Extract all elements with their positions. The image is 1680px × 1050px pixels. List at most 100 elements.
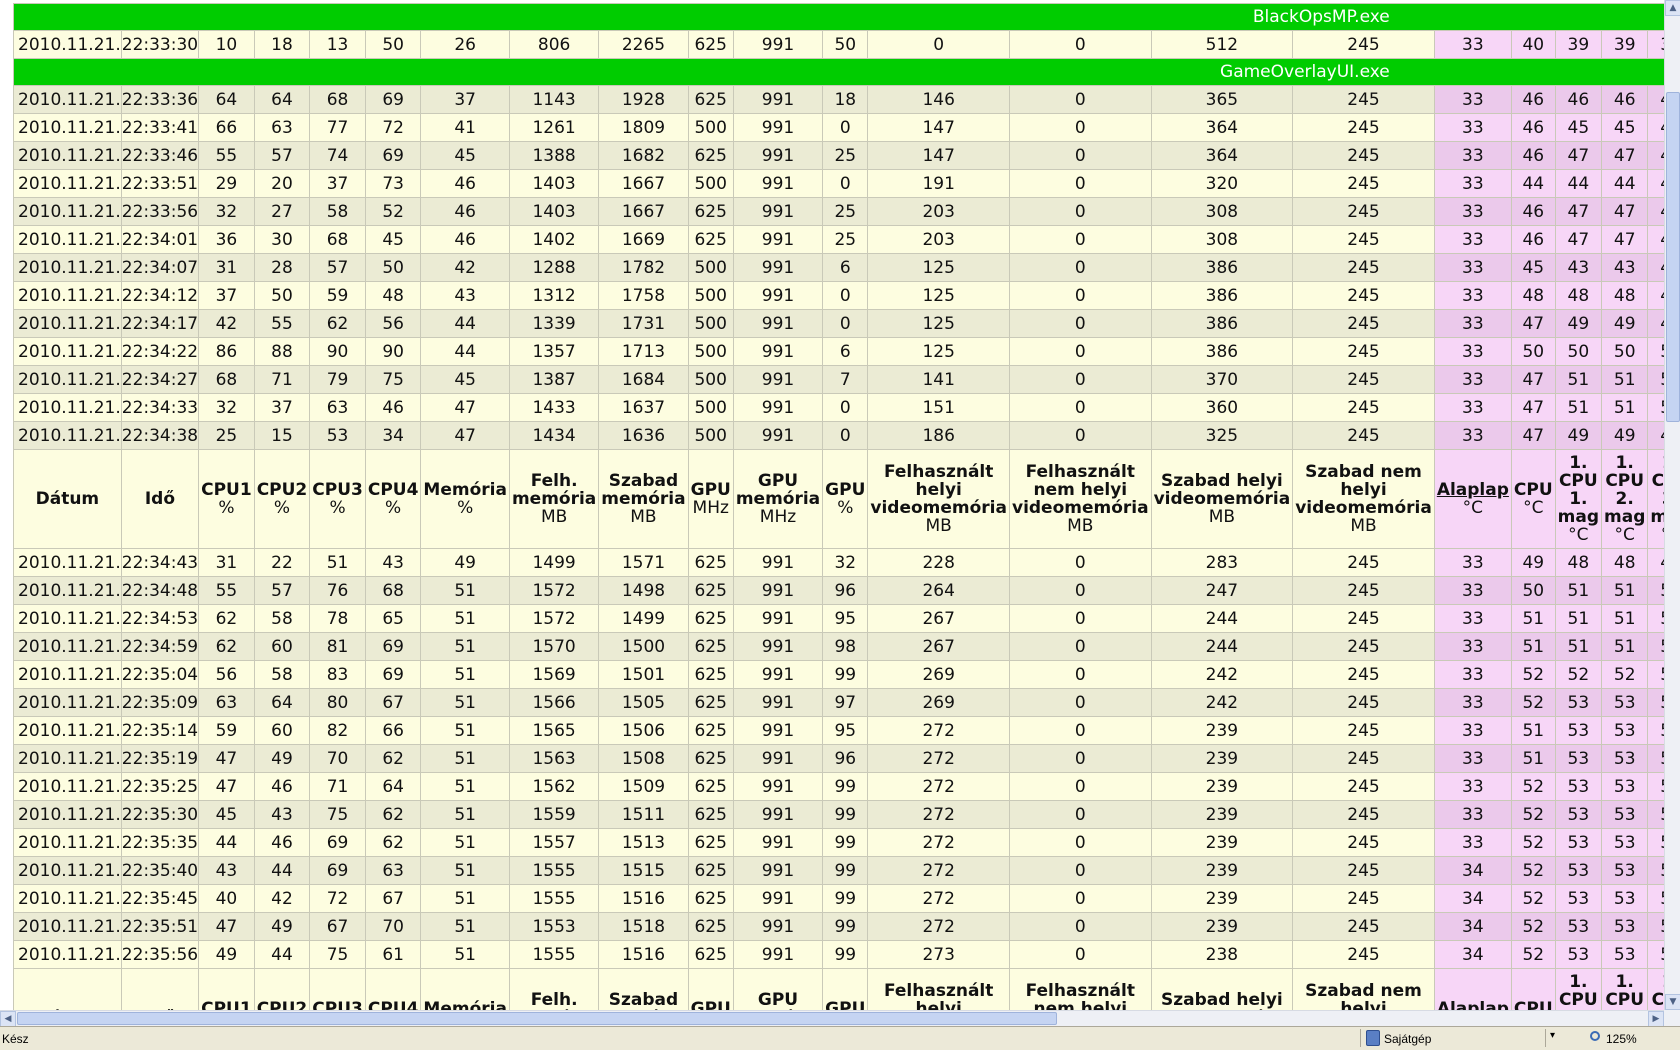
table-cell: 59 [309, 281, 366, 310]
column-header-title: Szabad helyi videomemória [1153, 471, 1291, 509]
table-cell: 320 [1150, 169, 1294, 198]
table-row: 2010.11.21. 22:35:19 47 49 70 62 51 1563 1508 625… [13, 744, 1664, 773]
table-cell: 1637 [598, 393, 689, 422]
table-cell: 47 [1510, 421, 1556, 450]
table-cell: 991 [732, 716, 824, 745]
table-cell: 22:34:48 [120, 576, 200, 605]
table-cell: 56 [364, 309, 422, 338]
column-header: Felh. memóriaMB [508, 968, 600, 1010]
protected-mode-dropdown-icon[interactable]: ▾ [1550, 1030, 1578, 1046]
scroll-right-arrow-icon[interactable]: ▶ [1648, 1011, 1664, 1027]
column-header-unit: % [457, 498, 474, 518]
column-header: GPU memóriaMHz [732, 968, 824, 1010]
column-header[interactable]: Alaplap°C [1433, 968, 1512, 1010]
table-cell: 22:34:33 [120, 393, 200, 422]
table-cell: 43 [1554, 253, 1603, 282]
table-cell: 62 [198, 604, 255, 633]
table-cell: 53 [1601, 884, 1649, 913]
table-cell: 44 [198, 828, 255, 857]
table-cell: 806 [508, 30, 600, 59]
table-cell: 82 [309, 716, 366, 745]
column-header-unit: % [385, 498, 402, 518]
table-cell: 33 [1433, 604, 1512, 633]
table-cell: 49 [253, 744, 311, 773]
horizontal-scroll-thumb[interactable] [17, 1012, 1057, 1025]
table-cell: 98 [822, 632, 869, 661]
table-cell: 51 [420, 576, 510, 605]
column-header-title: 1. CPU 3. mag [1651, 973, 1664, 1010]
table-cell: 51 [1601, 365, 1649, 394]
column-header: CPU°C [1510, 449, 1556, 549]
table-row: 2010.11.21. 22:35:45 40 42 72 67 51 1555 1516 625… [13, 884, 1664, 913]
table-cell: 60 [253, 632, 311, 661]
table-cell: 15 [253, 421, 311, 450]
vertical-scroll-thumb[interactable] [1666, 92, 1680, 422]
table-cell: 512 [1150, 30, 1294, 59]
table-cell: 1684 [598, 365, 689, 394]
table-cell: 0 [1008, 912, 1152, 941]
table-cell: 47 [1554, 141, 1603, 170]
table-cell: 991 [732, 772, 824, 801]
table-cell: 46 [1601, 85, 1649, 114]
status-bar: Kész Sajátgép ▾ 125% [0, 1026, 1680, 1050]
table-cell: 1563 [508, 744, 600, 773]
table-cell: 2010.11.21. [13, 141, 122, 170]
table-row: 2010.11.21. 22:35:40 43 44 69 63 51 1555 1515 625… [13, 856, 1664, 885]
table-cell: 45 [1554, 113, 1603, 142]
column-header: Idő [120, 968, 200, 1010]
scroll-left-arrow-icon[interactable]: ◀ [0, 1011, 16, 1027]
horizontal-scrollbar[interactable]: ◀ ▶ [0, 1010, 1664, 1027]
table-cell: 32 [198, 197, 255, 226]
table-cell: 77 [309, 113, 366, 142]
table-cell: 57 [253, 141, 311, 170]
table-cell: 47 [1601, 197, 1649, 226]
scroll-up-arrow-icon[interactable]: ▲ [1665, 0, 1680, 16]
table-cell: 186 [867, 421, 1010, 450]
security-zone[interactable]: Sajátgép [1366, 1030, 1431, 1046]
table-cell: 32 [822, 548, 869, 577]
table-cell: 96 [822, 576, 869, 605]
scroll-down-arrow-icon[interactable]: ▼ [1665, 994, 1680, 1010]
table-cell: 22:34:53 [120, 604, 200, 633]
column-header[interactable]: Alaplap°C [1433, 449, 1512, 549]
column-header-title: 1. CPU 2. mag [1605, 972, 1645, 1010]
table-cell: 68 [198, 365, 255, 394]
table-cell: 43 [253, 800, 311, 829]
column-header-unit: % [329, 498, 346, 518]
table-cell: 1339 [508, 309, 600, 338]
table-cell: 44 [253, 856, 311, 885]
table-cell: 0 [1008, 940, 1152, 969]
table-cell: 53 [1554, 716, 1603, 745]
table-cell: 625 [687, 856, 734, 885]
table-cell: 51 [1601, 576, 1649, 605]
table-cell: 72 [309, 884, 366, 913]
table-cell: 386 [1150, 253, 1294, 282]
table-row: 2010.11.21. 22:34:38 25 15 53 34 47 1434 1636 500… [13, 421, 1664, 450]
table-cell: 52 [1510, 772, 1556, 801]
table-cell: 33 [1433, 113, 1512, 142]
table-cell: 63 [198, 688, 255, 717]
table-cell: 33 [1433, 632, 1512, 661]
table-row: 2010.11.21. 22:33:51 29 20 37 73 46 1403 1667 500… [13, 169, 1664, 198]
vertical-scrollbar[interactable]: ▲ ▼ [1664, 0, 1680, 1010]
table-cell: 991 [732, 660, 824, 689]
column-header-title: GPU [690, 480, 731, 500]
table-cell: 1403 [508, 197, 600, 226]
table-cell: 51 [1647, 393, 1664, 422]
zoom-control[interactable]: 125% [1590, 1030, 1637, 1046]
table-cell: 53 [1554, 940, 1603, 969]
table-cell: 25 [822, 225, 869, 254]
table-cell: 75 [309, 940, 366, 969]
table-cell: 44 [1647, 169, 1664, 198]
table-cell: 52 [1510, 940, 1556, 969]
table-cell: 125 [867, 253, 1010, 282]
table-cell: 2010.11.21. [13, 309, 122, 338]
table-cell: 267 [867, 632, 1010, 661]
table-cell: 625 [687, 716, 734, 745]
table-cell: 991 [732, 576, 824, 605]
table-cell: 991 [732, 225, 824, 254]
table-cell: 1782 [598, 253, 689, 282]
process-name: GameOverlayUI.exe [13, 58, 1664, 86]
table-cell: 22:34:12 [120, 281, 200, 310]
table-cell: 1557 [508, 828, 600, 857]
